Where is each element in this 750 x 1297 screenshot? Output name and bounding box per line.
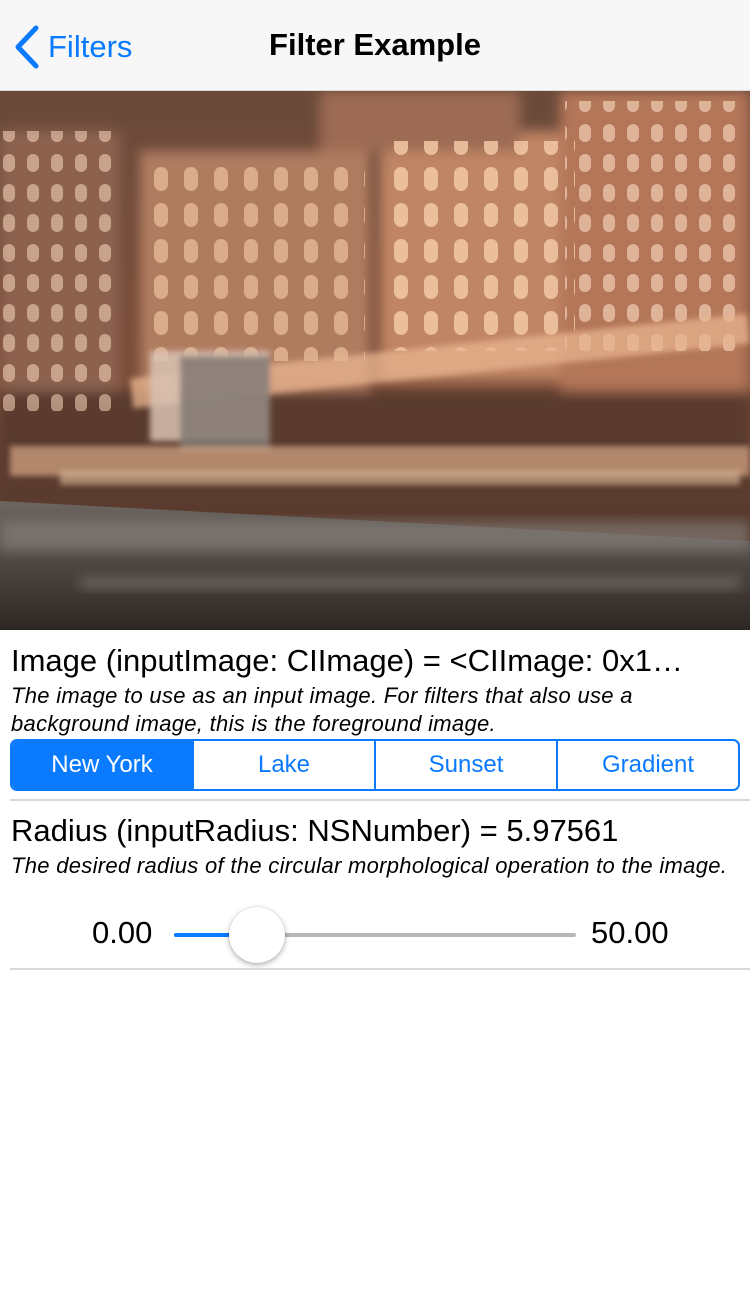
filter-preview-image	[0, 91, 750, 630]
image-param-title: Image (inputImage: CIImage) = <CIImage: …	[11, 643, 683, 678]
slider-min-label: 0.00	[92, 915, 153, 950]
image-param-description: The image to use as an input image. For …	[11, 683, 633, 736]
segment-sunset[interactable]: Sunset	[374, 741, 556, 789]
slider-thumb[interactable]	[229, 907, 286, 963]
divider	[10, 799, 750, 801]
segment-new-york[interactable]: New York	[12, 741, 192, 789]
radius-slider[interactable]	[174, 907, 576, 963]
segment-gradient[interactable]: Gradient	[556, 741, 738, 789]
radius-param-description: The desired radius of the circular morph…	[11, 853, 728, 878]
page-title: Filter Example	[269, 27, 481, 62]
slider-max-label: 50.00	[591, 915, 669, 950]
image-source-segmented-control[interactable]: New York Lake Sunset Gradient	[10, 739, 740, 791]
divider	[10, 968, 750, 970]
segment-lake[interactable]: Lake	[192, 741, 374, 789]
navigation-bar: Filters Filter Example	[0, 0, 750, 91]
radius-param-title: Radius (inputRadius: NSNumber) = 5.97561	[11, 813, 619, 848]
